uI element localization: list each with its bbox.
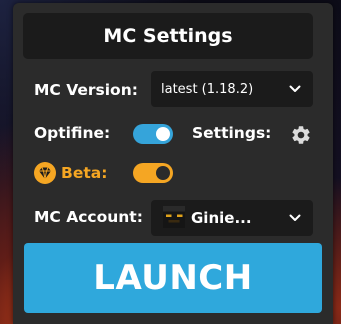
version-select[interactable]: latest (1.18.2) xyxy=(151,71,313,107)
account-label: MC Account: xyxy=(34,208,143,226)
account-select[interactable]: Ginie... xyxy=(151,200,313,236)
beta-toggle[interactable] xyxy=(133,163,173,183)
gear-icon[interactable] xyxy=(290,124,312,146)
settings-panel: MC Settings MC Version: latest (1.18.2) … xyxy=(13,3,333,324)
panel-header: MC Settings xyxy=(23,13,313,59)
page-title: MC Settings xyxy=(103,25,233,47)
chevron-down-icon xyxy=(289,214,301,221)
optifine-toggle[interactable] xyxy=(133,124,173,144)
version-label: MC Version: xyxy=(34,81,138,99)
diamond-icon xyxy=(34,162,56,184)
chevron-down-icon xyxy=(289,85,301,92)
player-head-icon xyxy=(163,206,185,228)
optifine-label: Optifine: xyxy=(34,124,111,142)
launch-button-label: LAUNCH xyxy=(93,258,253,298)
launch-button[interactable]: LAUNCH xyxy=(24,243,322,313)
toggle-knob xyxy=(156,166,170,180)
beta-label: Beta: xyxy=(61,164,108,182)
toggle-knob xyxy=(156,127,170,141)
account-select-value: Ginie... xyxy=(191,209,252,227)
version-select-value: latest (1.18.2) xyxy=(161,81,254,97)
settings-label: Settings: xyxy=(192,124,272,142)
